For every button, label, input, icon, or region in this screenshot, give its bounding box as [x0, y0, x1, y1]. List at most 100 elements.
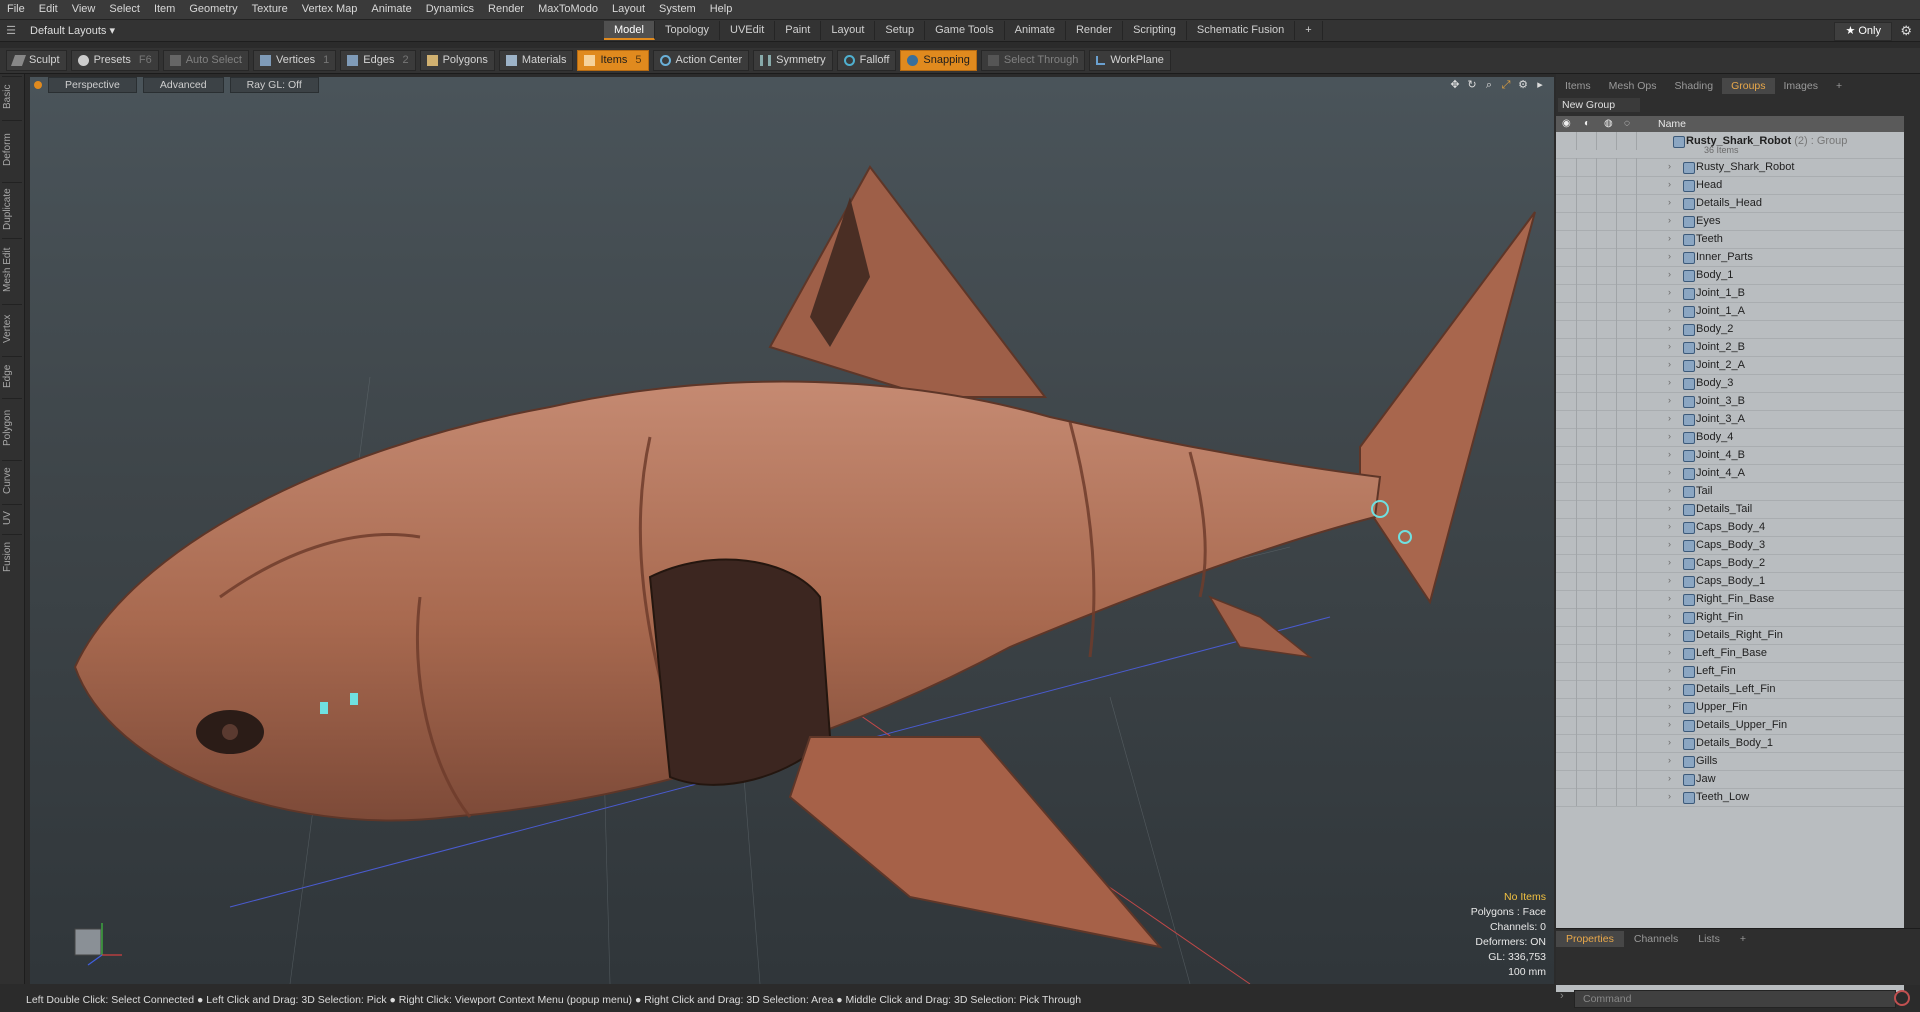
list-item[interactable]: › Details_Right_Fin	[1556, 626, 1904, 645]
list-item[interactable]: › Head	[1556, 176, 1904, 195]
prop-tab-properties[interactable]: Properties	[1556, 931, 1624, 947]
expand-arrow-icon[interactable]: ›	[1668, 737, 1671, 747]
expand-arrow-icon[interactable]: ›	[1668, 467, 1671, 477]
left-tab-basic[interactable]: Basic	[2, 76, 22, 117]
sculpt-button[interactable]: Sculpt	[6, 50, 67, 71]
edges-button[interactable]: Edges 2	[340, 50, 416, 71]
expand-arrow-icon[interactable]: ›	[1668, 521, 1671, 531]
list-item[interactable]: › Details_Head	[1556, 194, 1904, 213]
tab-layout[interactable]: Layout	[821, 21, 876, 40]
panel-tab-groups[interactable]: Groups	[1722, 78, 1775, 94]
tab-animate[interactable]: Animate	[1005, 21, 1066, 40]
list-item[interactable]: › Joint_3_A	[1556, 410, 1904, 429]
menu-item-texture[interactable]: Texture	[245, 0, 295, 19]
list-item[interactable]: › Gills	[1556, 752, 1904, 771]
polygons-button[interactable]: Polygons	[419, 50, 495, 71]
tab-game-tools[interactable]: Game Tools	[925, 21, 1005, 40]
expand-arrow-icon[interactable]: ›	[1668, 773, 1671, 783]
expand-arrow-icon[interactable]: ›	[1668, 377, 1671, 387]
expand-arrow-icon[interactable]: ›	[1668, 341, 1671, 351]
list-item[interactable]: › Body_1	[1556, 266, 1904, 285]
expand-arrow-icon[interactable]: ›	[1668, 719, 1671, 729]
left-tab-edge[interactable]: Edge	[2, 356, 22, 395]
list-item[interactable]: › Joint_2_B	[1556, 338, 1904, 357]
expand-arrow-icon[interactable]: ›	[1668, 647, 1671, 657]
vertices-button[interactable]: Vertices 1	[252, 50, 337, 71]
tab-paint[interactable]: Paint	[775, 21, 822, 40]
prop-tab-add[interactable]: +	[1730, 931, 1756, 947]
list-item[interactable]: › Caps_Body_2	[1556, 554, 1904, 573]
menu-item-item[interactable]: Item	[147, 0, 182, 19]
menu-item-view[interactable]: View	[65, 0, 103, 19]
expand-arrow-icon[interactable]: ›	[1668, 575, 1671, 585]
list-item[interactable]: › Body_4	[1556, 428, 1904, 447]
tab-topology[interactable]: Topology	[655, 21, 721, 40]
list-item[interactable]: › Right_Fin	[1556, 608, 1904, 627]
expand-arrow-icon[interactable]: ›	[1668, 323, 1671, 333]
list-item[interactable]: › Teeth_Low	[1556, 788, 1904, 807]
menu-item-maxtomodo[interactable]: MaxToModo	[531, 0, 605, 19]
command-input[interactable]: Command	[1574, 990, 1896, 1008]
list-item[interactable]: › Joint_4_B	[1556, 446, 1904, 465]
panel-tab-items[interactable]: Items	[1556, 78, 1600, 94]
expand-arrow-icon[interactable]: ›	[1668, 197, 1671, 207]
menu-item-vertex-map[interactable]: Vertex Map	[295, 0, 365, 19]
left-tab-mesh-edit[interactable]: Mesh Edit	[2, 238, 22, 301]
list-item[interactable]: › Teeth	[1556, 230, 1904, 249]
new-group-button[interactable]: New Group	[1558, 98, 1640, 112]
panel-tab-mesh-ops[interactable]: Mesh Ops	[1600, 78, 1666, 94]
expand-arrow-icon[interactable]: ›	[1668, 791, 1671, 801]
tab-scripting[interactable]: Scripting	[1123, 21, 1187, 40]
list-item[interactable]: › Body_3	[1556, 374, 1904, 393]
settings-gear-icon[interactable]: ⚙	[1900, 23, 1912, 39]
expand-arrow-icon[interactable]: ›	[1668, 215, 1671, 225]
expand-arrow-icon[interactable]: ›	[1668, 449, 1671, 459]
tab-setup[interactable]: Setup	[875, 21, 926, 40]
list-item[interactable]: › Details_Tail	[1556, 500, 1904, 519]
left-tab-deform[interactable]: Deform	[2, 120, 22, 179]
expand-arrow-icon[interactable]: ›	[1668, 233, 1671, 243]
tab-model[interactable]: Model	[604, 21, 655, 40]
lock-icon[interactable]: ◐	[1584, 118, 1590, 129]
list-item[interactable]: › Joint_1_A	[1556, 302, 1904, 321]
command-history-icon[interactable]	[1894, 990, 1910, 1006]
menu-item-dynamics[interactable]: Dynamics	[419, 0, 481, 19]
list-item[interactable]: › Eyes	[1556, 212, 1904, 231]
auto-select-button[interactable]: Auto Select	[162, 50, 249, 71]
tab-schematic-fusion[interactable]: Schematic Fusion	[1187, 21, 1296, 40]
expand-arrow-icon[interactable]: ›	[1668, 593, 1671, 603]
menu-item-help[interactable]: Help	[703, 0, 740, 19]
expand-arrow-icon[interactable]: ›	[1668, 683, 1671, 693]
menu-item-select[interactable]: Select	[102, 0, 147, 19]
expand-arrow-icon[interactable]: ›	[1668, 539, 1671, 549]
list-item[interactable]: › Inner_Parts	[1556, 248, 1904, 267]
materials-button[interactable]: Materials	[498, 50, 574, 71]
add-tab-button[interactable]: +	[1295, 21, 1323, 40]
expand-arrow-icon[interactable]: ›	[1668, 395, 1671, 405]
left-tab-vertex[interactable]: Vertex	[2, 304, 22, 353]
render-icon[interactable]: ◍	[1604, 118, 1613, 129]
menu-item-edit[interactable]: Edit	[32, 0, 65, 19]
panel-tab-+[interactable]: +	[1827, 78, 1851, 94]
list-item[interactable]: › Left_Fin	[1556, 662, 1904, 681]
select-through-button[interactable]: Select Through	[980, 50, 1086, 71]
tab-uvedit[interactable]: UVEdit	[720, 21, 776, 40]
expand-arrow-icon[interactable]: ›	[1668, 755, 1671, 765]
symmetry-button[interactable]: Symmetry	[753, 50, 833, 71]
list-item[interactable]: › Details_Upper_Fin	[1556, 716, 1904, 735]
expand-arrow-icon[interactable]: ›	[1668, 251, 1671, 261]
expand-arrow-icon[interactable]: ›	[1668, 503, 1671, 513]
panel-tab-images[interactable]: Images	[1775, 78, 1827, 94]
visibility-eye-icon[interactable]: ◉	[1562, 118, 1571, 129]
list-item[interactable]: › Body_2	[1556, 320, 1904, 339]
left-tab-fusion[interactable]: Fusion	[2, 534, 22, 579]
expand-arrow-icon[interactable]: ›	[1668, 557, 1671, 567]
list-item[interactable]: › Joint_3_B	[1556, 392, 1904, 411]
list-item[interactable]: › Caps_Body_1	[1556, 572, 1904, 591]
falloff-button[interactable]: Falloff	[836, 50, 897, 71]
layout-selector[interactable]: Default Layouts ▾	[22, 24, 123, 37]
list-item[interactable]: › Joint_2_A	[1556, 356, 1904, 375]
only-toggle[interactable]: ★ Only	[1834, 22, 1892, 41]
expand-arrow-icon[interactable]: ›	[1668, 179, 1671, 189]
expand-arrow-icon[interactable]: ›	[1668, 161, 1671, 171]
